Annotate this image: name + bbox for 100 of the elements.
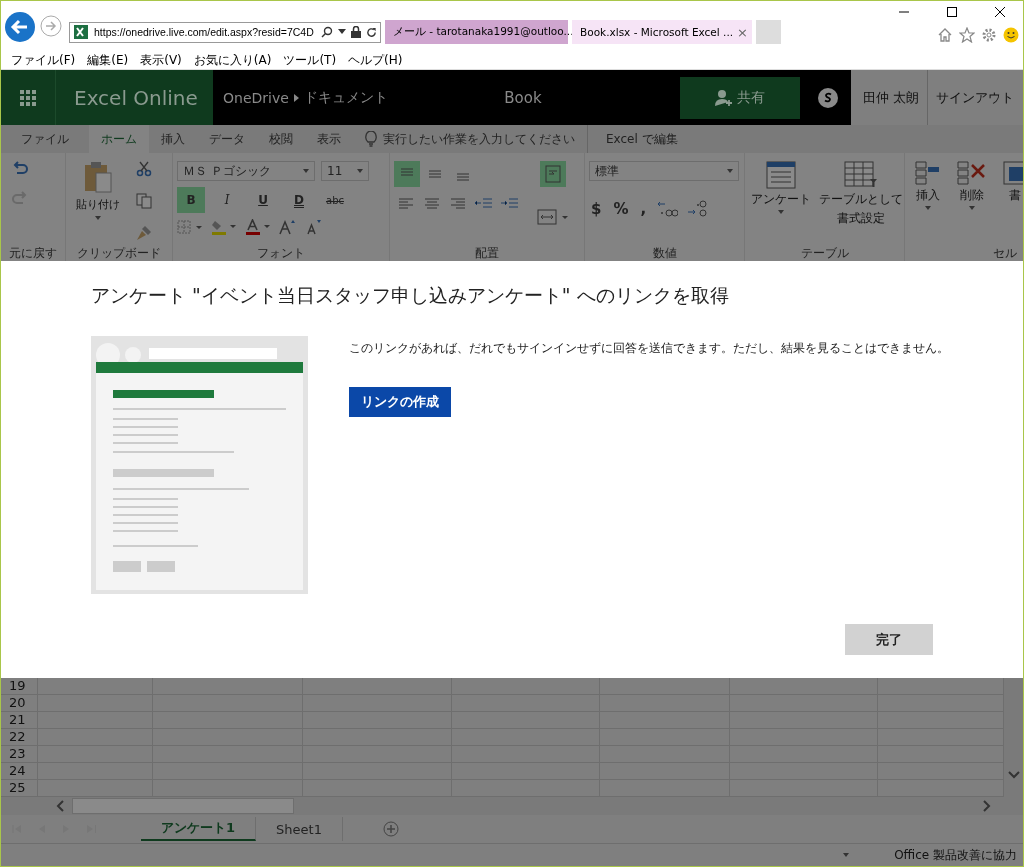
row-header[interactable]: 19: [1, 678, 38, 694]
borders-icon[interactable]: [177, 220, 203, 234]
number-format-button[interactable]: %: [611, 200, 631, 218]
menu-item[interactable]: お気に入り(A): [193, 51, 272, 69]
vertical-scrollbar[interactable]: [1004, 678, 1023, 797]
format-as-table-button[interactable]: テーブルとして 書式設定: [817, 161, 905, 227]
dropdown-icon: [925, 206, 931, 210]
dropdown-icon: [357, 169, 363, 173]
scissors-icon[interactable]: [136, 161, 152, 177]
paste-button[interactable]: 貼り付け: [70, 161, 126, 220]
ribbon-tab[interactable]: データ: [197, 125, 257, 153]
dropdown-icon: [303, 169, 309, 173]
insert-cells-button[interactable]: 挿入: [909, 161, 947, 210]
format-cells-button[interactable]: 書: [997, 161, 1023, 204]
back-icon[interactable]: [4, 11, 36, 43]
status-bar-link[interactable]: Office 製品改善に協力: [894, 846, 1017, 864]
smiley-icon[interactable]: [1003, 27, 1019, 43]
delete-cells-button[interactable]: 削除: [951, 161, 993, 210]
format-cells-icon: [1003, 161, 1023, 185]
format-toggle-button[interactable]: abc: [321, 187, 349, 213]
font-size-dropdown[interactable]: 11: [321, 161, 369, 181]
address-bar[interactable]: https://onedrive.live.com/edit.aspx?resid=7C4D: [69, 21, 381, 43]
number-format-button[interactable]: ,: [638, 200, 649, 218]
home-icon[interactable]: [937, 27, 953, 43]
menu-item[interactable]: ファイル(F): [11, 51, 76, 69]
font-color-icon[interactable]: [245, 219, 271, 235]
row-header[interactable]: 25: [1, 780, 38, 796]
horizontal-scrollbar[interactable]: [1, 797, 1023, 815]
format-toggle-button[interactable]: U: [249, 187, 277, 213]
chevron-left-icon[interactable]: [56, 800, 64, 812]
share-button[interactable]: 共有: [680, 76, 800, 119]
chat-logo-icon: [817, 86, 839, 109]
dropdown-icon: [969, 206, 975, 210]
ribbon-tab[interactable]: ファイル: [1, 125, 89, 153]
menu-item[interactable]: ヘルプ(H): [348, 51, 403, 69]
close-tab-button[interactable]: ×: [737, 24, 748, 40]
user-name[interactable]: 田仲 太朗: [851, 70, 928, 125]
scrollbar-thumb[interactable]: [72, 798, 294, 814]
browser-tab[interactable]: Book.xlsx - Microsoft Excel ... ×: [572, 20, 752, 44]
clipboard-icon: [83, 161, 113, 193]
dropdown-icon[interactable]: [338, 29, 346, 35]
dropdown-icon: [778, 210, 784, 214]
sheet-tab[interactable]: アンケート1: [141, 817, 257, 841]
align-top-icon[interactable]: [394, 161, 420, 187]
group-label: テーブル: [799, 245, 850, 261]
forward-icon[interactable]: [40, 15, 62, 37]
star-icon[interactable]: [959, 27, 975, 43]
chevron-icon: [293, 93, 299, 102]
refresh-icon[interactable]: [366, 26, 377, 38]
row-header[interactable]: 22: [1, 729, 38, 745]
done-button[interactable]: 完了: [845, 624, 933, 655]
ribbon-tab[interactable]: 校閲: [257, 125, 305, 153]
format-toggle-button[interactable]: B: [177, 187, 205, 213]
edit-in-excel-tab[interactable]: Excel で編集: [594, 125, 690, 153]
increase-decimal-icon[interactable]: [656, 199, 679, 219]
row-header[interactable]: 23: [1, 746, 38, 762]
format-toggle-button[interactable]: I: [213, 187, 241, 213]
lock-icon: [351, 26, 361, 38]
number-format-button[interactable]: $: [589, 200, 604, 218]
maximize-icon[interactable]: [946, 6, 958, 18]
breadcrumb-link[interactable]: OneDrive: [223, 89, 289, 106]
menu-item[interactable]: 表示(V): [140, 51, 182, 69]
number-format-dropdown[interactable]: 標準: [589, 161, 739, 181]
format-toggle-button[interactable]: D: [285, 187, 313, 213]
ribbon-tab[interactable]: 表示: [305, 125, 353, 153]
ribbon-tab[interactable]: 挿入: [149, 125, 197, 153]
group-label: セル: [991, 245, 1018, 261]
row-header[interactable]: 20: [1, 695, 38, 711]
settings-icon[interactable]: [981, 27, 997, 43]
brush-icon[interactable]: [136, 225, 152, 241]
row-header[interactable]: 24: [1, 763, 38, 779]
decrease-decimal-icon[interactable]: [686, 199, 709, 219]
font-name-dropdown[interactable]: ＭＳ Ｐゴシック: [177, 161, 315, 181]
shrink-font-icon[interactable]: [305, 219, 323, 235]
search-icon[interactable]: [321, 26, 333, 38]
wrap-text-icon[interactable]: [540, 161, 566, 187]
grow-font-icon[interactable]: [279, 219, 297, 235]
create-link-button[interactable]: リンクの作成: [349, 387, 451, 417]
ribbon-tab[interactable]: ホーム: [89, 125, 149, 153]
chevron-down-icon[interactable]: [1007, 771, 1020, 779]
document-title[interactable]: Book: [453, 88, 593, 107]
undo-icon[interactable]: [11, 161, 29, 175]
dialog-description: このリンクがあれば、だれでもサインインせずに回答を送信できます。ただし、結果を見ることはできません。: [349, 340, 949, 357]
app-brand[interactable]: Excel Online: [55, 70, 213, 125]
url-text: https://onedrive.live.com/edit.aspx?resid=7C4D: [94, 26, 315, 38]
group-label: クリップボード: [76, 245, 162, 261]
close-icon[interactable]: [994, 6, 1006, 18]
app-launcher-button[interactable]: [1, 70, 55, 125]
merge-cells-icon[interactable]: [536, 207, 570, 227]
fill-color-icon[interactable]: [211, 219, 237, 235]
add-sheet-icon[interactable]: [382, 821, 399, 837]
menu-item[interactable]: ツール(T): [283, 51, 337, 69]
copy-icon[interactable]: [136, 193, 152, 209]
row-header[interactable]: 21: [1, 712, 38, 728]
menu-item[interactable]: 編集(E): [87, 51, 129, 69]
sheet-tab[interactable]: Sheet1: [256, 817, 343, 841]
sign-out-link[interactable]: サインアウト: [927, 70, 1023, 125]
breadcrumb-link[interactable]: ドキュメント: [303, 88, 388, 107]
chevron-right-icon[interactable]: [983, 800, 991, 812]
survey-button[interactable]: アンケート: [749, 161, 813, 214]
